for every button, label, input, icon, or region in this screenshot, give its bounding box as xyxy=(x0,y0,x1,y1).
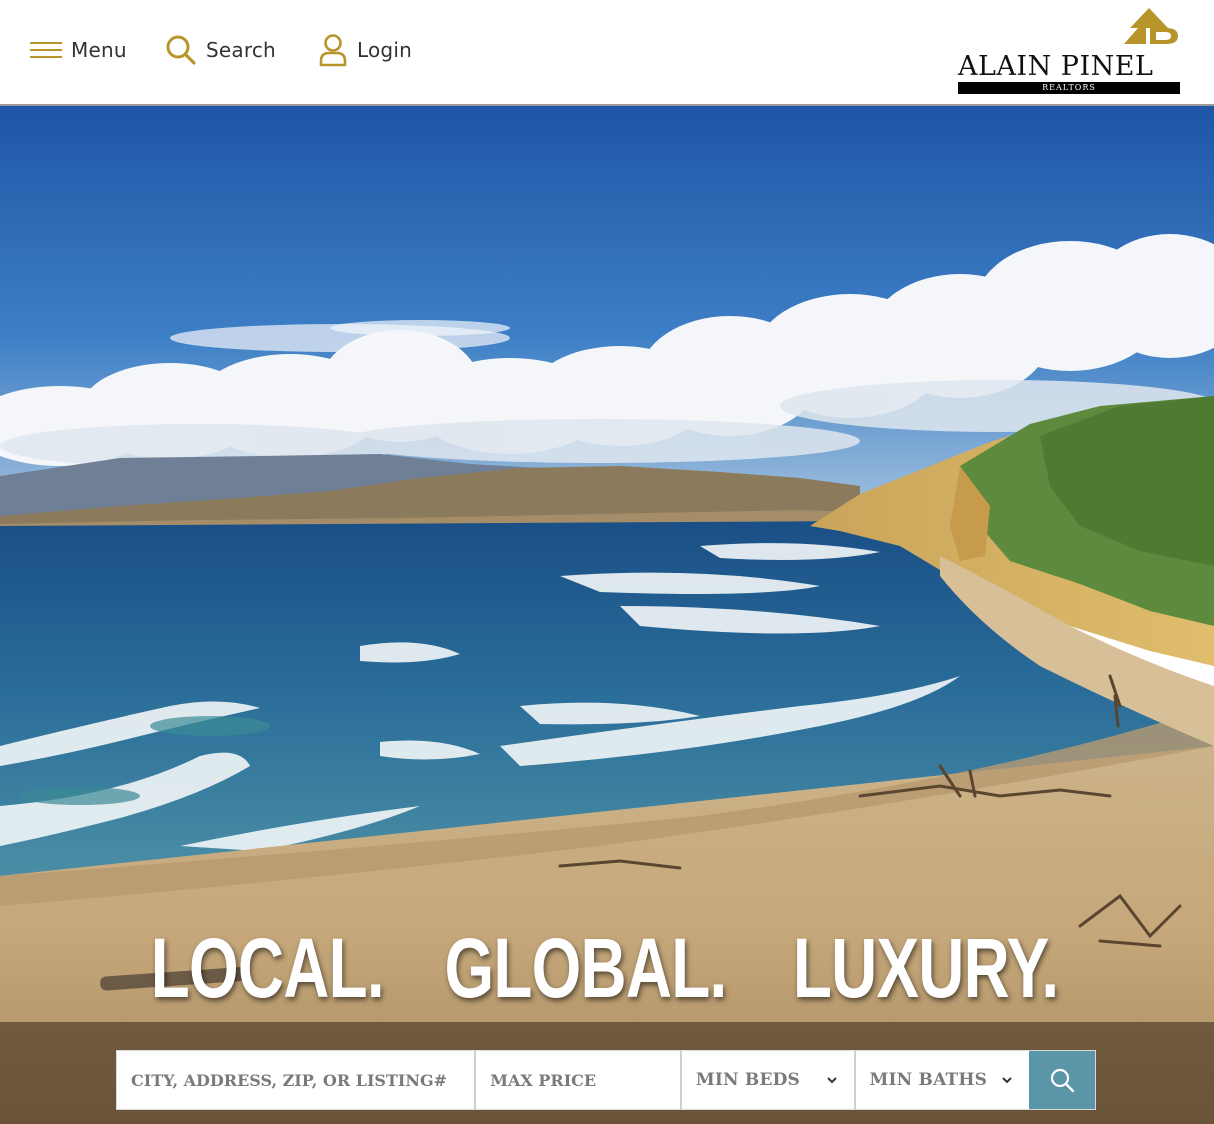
search-button[interactable]: Search xyxy=(165,30,276,70)
logo-mark-icon xyxy=(1124,8,1178,44)
min-beds-select[interactable]: MIN BEDS xyxy=(681,1051,856,1109)
logo-subline: REALTORS xyxy=(958,82,1180,94)
location-field[interactable] xyxy=(117,1051,477,1109)
hamburger-icon xyxy=(30,42,62,58)
login-button[interactable]: Login xyxy=(318,30,412,70)
location-input[interactable] xyxy=(131,1051,475,1109)
max-price-field[interactable] xyxy=(476,1051,682,1109)
property-search-form: MIN BEDS MIN BATHS xyxy=(116,1050,1096,1110)
site-header: Menu Search Login ALAIN PINEL REALTORS xyxy=(0,0,1214,106)
menu-label: Menu xyxy=(71,38,127,62)
chevron-down-icon xyxy=(1002,1077,1012,1084)
min-beds-value: MIN BEDS xyxy=(695,1070,801,1090)
tagline-luxury: LUXURY. xyxy=(793,920,1059,1015)
hero-section: LOCAL. GLOBAL. LUXURY. MIN BEDS MIN BATH… xyxy=(0,106,1214,1124)
tagline-local: LOCAL. xyxy=(150,920,384,1015)
tagline-global: GLOBAL. xyxy=(444,920,728,1015)
login-label: Login xyxy=(357,38,412,62)
alain-pinel-logo[interactable]: ALAIN PINEL REALTORS xyxy=(956,4,1182,96)
min-baths-select[interactable]: MIN BATHS xyxy=(855,1051,1030,1109)
min-baths-value: MIN BATHS xyxy=(869,1070,988,1090)
logo-wordmark: ALAIN PINEL xyxy=(958,51,1154,82)
search-icon xyxy=(166,35,196,65)
max-price-input[interactable] xyxy=(490,1051,680,1109)
menu-button[interactable]: Menu xyxy=(30,30,127,70)
hero-tagline: LOCAL. GLOBAL. LUXURY. xyxy=(0,918,1214,1018)
property-search-band: MIN BEDS MIN BATHS xyxy=(0,1022,1214,1124)
chevron-down-icon xyxy=(826,1077,837,1084)
search-label: Search xyxy=(206,38,276,62)
user-icon xyxy=(319,34,347,67)
search-submit-button[interactable] xyxy=(1029,1051,1096,1109)
search-icon xyxy=(1050,1068,1075,1093)
